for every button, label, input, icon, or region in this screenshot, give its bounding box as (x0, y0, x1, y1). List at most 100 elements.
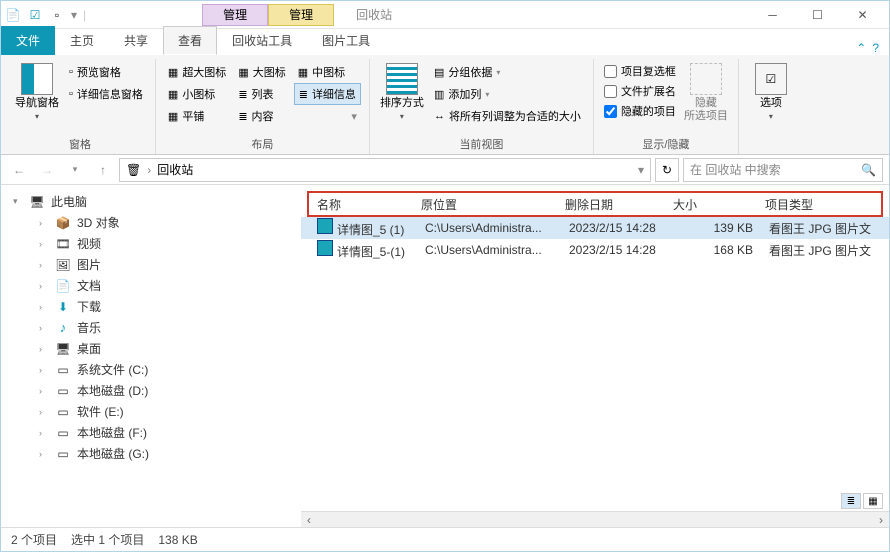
details-pane-button[interactable]: ▫详细信息窗格 (65, 83, 147, 105)
tree-item[interactable]: ›3D 对象 (1, 212, 301, 233)
file-row[interactable]: 详情图_5-(1) C:\Users\Administra... 2023/2/… (301, 239, 889, 261)
qat-check-icon[interactable]: ☑ (27, 7, 43, 23)
tree-item[interactable]: ›本地磁盘 (F:) (1, 422, 301, 443)
scroll-left-icon[interactable]: ‹ (301, 512, 317, 527)
tree-item[interactable]: ›本地磁盘 (D:) (1, 380, 301, 401)
address-bar[interactable]: 🗑 › 回收站 ▾ (119, 158, 651, 182)
options-button[interactable]: ☑ 选项 ▾ (747, 61, 795, 123)
layout-tiles-button[interactable]: ▦平铺 (164, 105, 230, 127)
forward-button[interactable]: → (35, 158, 59, 182)
tree-item-label: 音乐 (77, 319, 101, 336)
hide-icon (690, 63, 722, 95)
horizontal-scrollbar[interactable]: ‹ › (301, 511, 889, 527)
tree-item-icon (55, 362, 71, 378)
expand-icon[interactable]: › (39, 449, 49, 459)
checkbox-item-checkboxes[interactable]: 项目复选框 (602, 61, 678, 81)
tree-this-pc[interactable]: ▾ 此电脑 (1, 191, 301, 212)
recent-dropdown[interactable]: ▾ (63, 158, 87, 182)
refresh-button[interactable]: ↻ (655, 158, 679, 182)
col-size[interactable]: 大小 (665, 196, 757, 213)
layout-more-button[interactable]: ▾ (294, 105, 361, 127)
expand-icon[interactable]: › (39, 260, 49, 270)
tree-item[interactable]: ›图片 (1, 254, 301, 275)
navigation-tree[interactable]: ▾ 此电脑 ›3D 对象›视频›图片›文档›下载›音乐›桌面›系统文件 (C:)… (1, 185, 301, 527)
context-tab-manage-picture[interactable]: 管理 (268, 4, 334, 26)
ribbon-group-layout: ▦超大图标 ▦小图标 ▦平铺 ▦大图标 ≣列表 ≣内容 ▦中图标 ≣详细信息 ▾… (156, 59, 370, 154)
ribbon-collapse-icon[interactable]: ⌃ (856, 41, 866, 55)
maximize-button[interactable]: ☐ (795, 1, 840, 29)
breadcrumb-location[interactable]: 回收站 (157, 161, 193, 178)
expand-icon[interactable]: › (39, 323, 49, 333)
layout-medium-button[interactable]: ▦中图标 (294, 61, 361, 83)
tab-home[interactable]: 主页 (55, 26, 109, 55)
context-tab-manage-recyclebin[interactable]: 管理 (202, 4, 268, 26)
back-button[interactable]: ← (7, 158, 31, 182)
tree-item-label: 视频 (77, 235, 101, 252)
tab-recyclebin-tools[interactable]: 回收站工具 (217, 26, 307, 55)
help-icon[interactable]: ? (872, 41, 879, 55)
layout-details-button[interactable]: ≣详细信息 (294, 83, 361, 105)
layout-small-button[interactable]: ▦小图标 (164, 83, 230, 105)
view-details-icon[interactable]: ≣ (841, 493, 861, 509)
layout-large-button[interactable]: ▦大图标 (234, 61, 289, 83)
qat-file-icon[interactable]: 📄 (5, 7, 21, 23)
minimize-button[interactable]: ─ (750, 1, 795, 29)
tab-view[interactable]: 查看 (163, 26, 217, 55)
expand-icon[interactable]: › (39, 407, 49, 417)
search-icon[interactable]: 🔍 (861, 163, 876, 177)
search-placeholder: 在 回收站 中搜索 (690, 161, 781, 178)
tree-item[interactable]: ›软件 (E:) (1, 401, 301, 422)
expand-icon[interactable]: › (39, 386, 49, 396)
hide-selected-button[interactable]: 隐藏 所选项目 (682, 61, 730, 125)
expand-icon[interactable]: › (39, 218, 49, 228)
expand-icon[interactable]: ▾ (13, 196, 23, 207)
expand-icon[interactable]: › (39, 428, 49, 438)
address-dropdown-icon[interactable]: ▾ (638, 163, 644, 177)
tree-item[interactable]: › 音乐 (1, 317, 301, 338)
view-thumbnails-icon[interactable]: ▦ (863, 493, 883, 509)
tab-share[interactable]: 共享 (109, 26, 163, 55)
tree-item[interactable]: ›文档 (1, 275, 301, 296)
tree-item[interactable]: ›桌面 (1, 338, 301, 359)
tree-item[interactable]: › 视频 (1, 233, 301, 254)
sort-button[interactable]: 排序方式 ▾ (378, 61, 426, 123)
tree-item[interactable]: ›下载 (1, 296, 301, 317)
tree-item[interactable]: ›本地磁盘 (G:) (1, 443, 301, 464)
expand-icon[interactable]: › (39, 344, 49, 354)
file-row[interactable]: 详情图_5 (1) C:\Users\Administra... 2023/2/… (301, 217, 889, 239)
groupby-button[interactable]: ▤分组依据 ▾ (430, 61, 585, 83)
scroll-track[interactable] (317, 512, 873, 527)
col-name[interactable]: 名称 (309, 196, 413, 213)
tab-file[interactable]: 文件 (1, 26, 55, 55)
qat-folder-icon[interactable]: ▫ (49, 7, 65, 23)
addcol-icon: ▥ (434, 88, 444, 101)
expand-icon[interactable]: › (39, 239, 49, 249)
tree-item[interactable]: ›系统文件 (C:) (1, 359, 301, 380)
scroll-right-icon[interactable]: › (873, 512, 889, 527)
up-button[interactable]: ↑ (91, 158, 115, 182)
layout-xlarge-button[interactable]: ▦超大图标 (164, 61, 230, 83)
preview-pane-button[interactable]: ▫预览窗格 (65, 61, 147, 83)
col-original-location[interactable]: 原位置 (413, 196, 557, 213)
tab-picture-tools[interactable]: 图片工具 (307, 26, 385, 55)
close-button[interactable]: ✕ (840, 1, 885, 29)
col-date-deleted[interactable]: 删除日期 (557, 196, 665, 213)
expand-icon[interactable]: › (39, 302, 49, 312)
layout-list-button[interactable]: ≣列表 (234, 83, 289, 105)
qat-dropdown-icon[interactable]: ▾ (71, 8, 77, 22)
main-area: ▾ 此电脑 ›3D 对象›视频›图片›文档›下载›音乐›桌面›系统文件 (C:)… (1, 185, 889, 527)
sizecols-button[interactable]: ↔将所有列调整为合适的大小 (430, 105, 585, 127)
tree-item-icon (55, 425, 71, 441)
checkbox-file-extensions[interactable]: 文件扩展名 (602, 81, 678, 101)
search-input[interactable]: 在 回收站 中搜索 🔍 (683, 158, 883, 182)
nav-pane-button[interactable]: 导航窗格 ▾ (13, 61, 61, 123)
checkbox-hidden-items[interactable]: 隐藏的项目 (602, 101, 678, 121)
col-item-type[interactable]: 项目类型 (757, 196, 881, 213)
status-selected-count: 选中 1 个项目 (71, 531, 144, 548)
file-icon (317, 218, 333, 234)
expand-icon[interactable]: › (39, 281, 49, 291)
addcol-button[interactable]: ▥添加列 ▾ (430, 83, 585, 105)
window-title: 回收站 (356, 6, 392, 23)
layout-content-button[interactable]: ≣内容 (234, 105, 289, 127)
expand-icon[interactable]: › (39, 365, 49, 375)
